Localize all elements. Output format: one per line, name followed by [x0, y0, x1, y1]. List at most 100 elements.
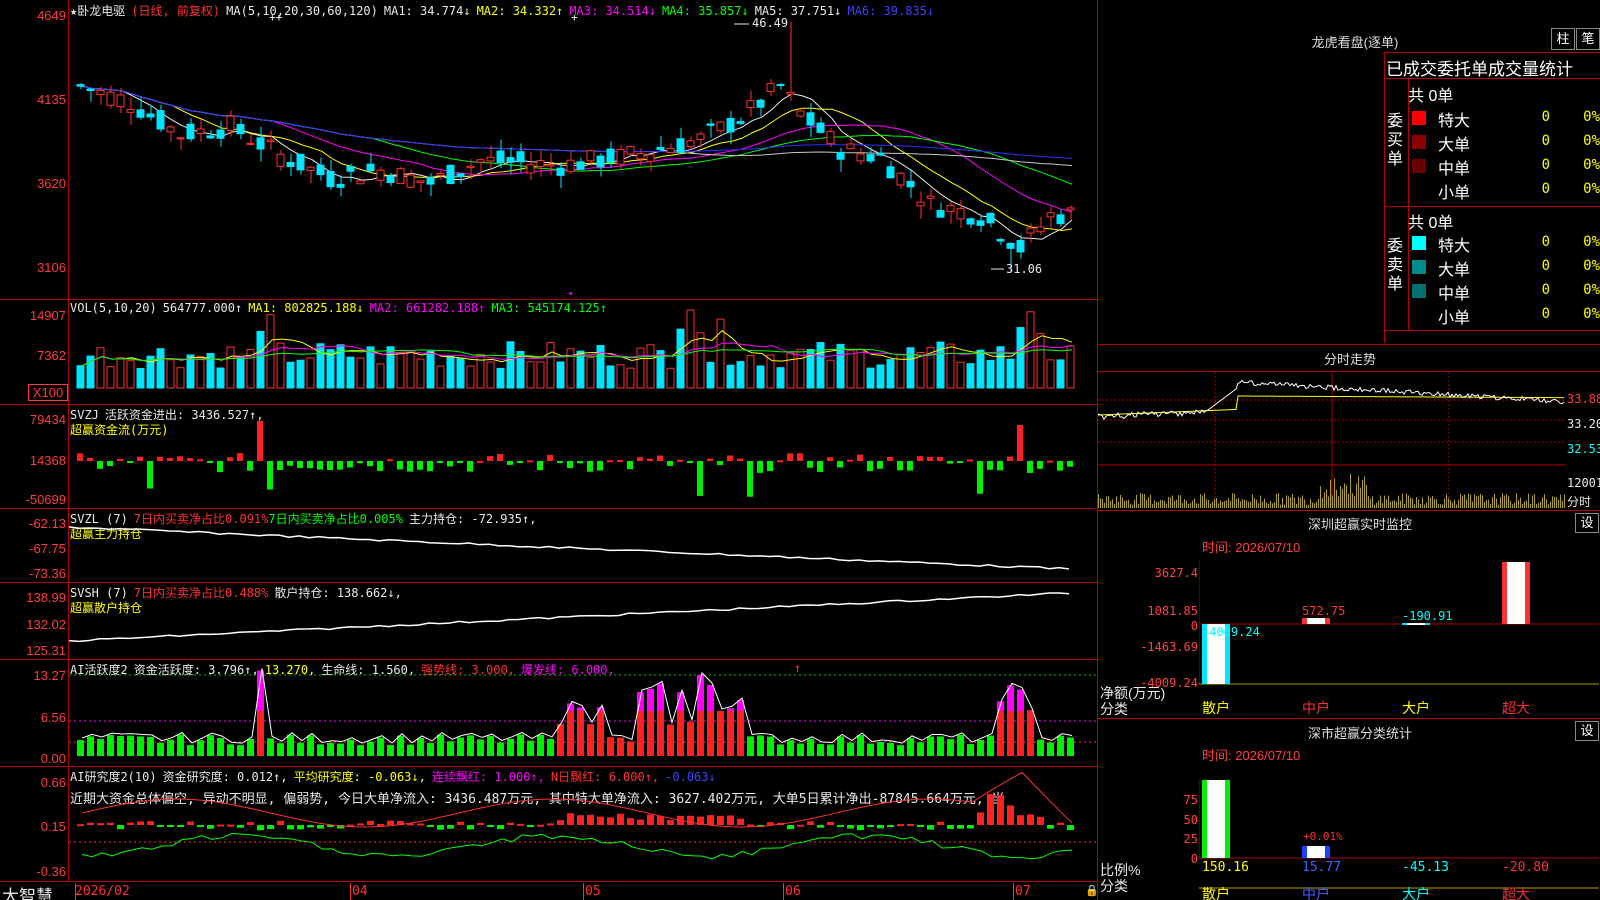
volume-bar: [176, 367, 185, 389]
activity-bar: [227, 744, 234, 756]
kline-ytick-2: 4135: [37, 92, 66, 107]
research-bar: [827, 821, 834, 825]
candle-body: [486, 156, 495, 162]
intraday-vol-bar: [1222, 501, 1223, 508]
svzl-position-chart[interactable]: [69, 509, 1097, 582]
candle-body: [806, 112, 815, 126]
intraday-vol-bar: [1126, 500, 1127, 508]
volume-bar: [256, 330, 265, 389]
volume-bar: [426, 350, 435, 389]
tick-view-button[interactable]: 笔: [1576, 28, 1600, 50]
activity-bar: [357, 745, 364, 756]
ai-activity-chart[interactable]: ↑: [69, 660, 1097, 766]
activity-bar: [707, 711, 714, 756]
svsh-position-chart[interactable]: [69, 583, 1097, 659]
volume-bar: [286, 361, 295, 389]
intraday-vol-bar: [1382, 503, 1383, 508]
classify-settings-button[interactable]: 设: [1575, 721, 1599, 741]
activity-bar: [157, 742, 164, 756]
flow-bar: [277, 461, 283, 471]
candle-body: [126, 108, 135, 113]
candle-body: [636, 153, 645, 160]
monitor-bar-edge: [1425, 623, 1430, 625]
intraday-vol-bar: [1376, 502, 1377, 508]
activity-bar: [1017, 711, 1024, 756]
ai-research-chart[interactable]: [69, 767, 1097, 881]
sell-orders-label: 委卖单: [1387, 238, 1404, 293]
candle-body: [746, 100, 755, 109]
volume-bar: [226, 346, 235, 389]
volume-chart[interactable]: [69, 300, 1097, 404]
lock-icon[interactable]: 🔒: [1085, 884, 1099, 897]
svzj-flow-chart[interactable]: [69, 405, 1097, 508]
intraday-vol-bar: [1508, 495, 1509, 508]
intraday-vol-bar: [1434, 499, 1435, 508]
intraday-vol-bar: [1494, 493, 1495, 508]
candle-body: [506, 157, 515, 163]
intraday-vol-bar: [1550, 501, 1551, 508]
activity-bar: [967, 744, 974, 756]
intraday-vol-bar: [1132, 504, 1133, 508]
research-bar: [987, 794, 994, 825]
intraday-vol-bar: [1256, 499, 1257, 508]
sell-row-name: 小单: [1438, 310, 1471, 327]
activity-bar: [267, 738, 274, 756]
ma-line: [81, 85, 1073, 213]
research-bar: [287, 825, 294, 830]
svsh-ytick-2: 132.02: [26, 617, 66, 632]
bar-view-button[interactable]: 柱: [1551, 28, 1575, 50]
intraday-vol-bar: [1116, 496, 1117, 508]
activity-bar: [837, 736, 844, 756]
buy-row-pct: 0%: [1583, 133, 1600, 149]
intraday-vol-bar: [1228, 498, 1229, 508]
research-bar: [197, 825, 204, 827]
classify-val-4: -20.80: [1502, 860, 1549, 875]
activity-bar: [887, 742, 894, 756]
intraday-vol-bar: [1306, 504, 1307, 508]
activity-bar: [287, 734, 294, 756]
classify-chart[interactable]: +0.01%: [1199, 770, 1599, 900]
candle-body: [536, 160, 545, 167]
intraday-vol-bar: [1130, 503, 1131, 508]
research-bar: [307, 825, 314, 828]
flow-bar: [657, 455, 663, 461]
intraday-vol-bar: [1486, 500, 1487, 508]
intraday-vol-bar: [1464, 494, 1465, 508]
candle-body: [706, 123, 715, 126]
activity-bar: [627, 741, 634, 756]
svsh-ytick-1: 138.99: [26, 590, 66, 605]
intraday-vol-bar: [1518, 500, 1519, 508]
intraday-vol-bar: [1098, 494, 1099, 508]
intraday-vol-bar: [1178, 495, 1179, 508]
intraday-vol-bar: [1246, 500, 1247, 508]
monitor-chart[interactable]: -4009.24 572.75 -190.91 3627.4: [1199, 560, 1599, 716]
svg-text:↑: ↑: [794, 661, 801, 675]
activity-bar: [797, 743, 804, 756]
flow-bar: [207, 461, 213, 463]
intraday-vol-bar: [1258, 503, 1259, 508]
research-bar: [467, 825, 474, 830]
candle-body: [266, 139, 275, 143]
intraday-vol-bar: [1408, 495, 1409, 508]
kline-chart[interactable]: 46.49 31.06 ++ + ◂: [69, 0, 1097, 299]
research-bar: [387, 820, 394, 825]
candle-body: [406, 174, 415, 188]
research-bar: [527, 825, 534, 827]
monitor-settings-button[interactable]: 设: [1575, 513, 1599, 533]
intraday-vol-bar: [1498, 504, 1499, 508]
candle-body: [436, 173, 445, 176]
trade-stat-tabs[interactable]: 已成交委托单成交量统计: [1386, 55, 1600, 80]
svzl-ytick-2: -67.75: [29, 541, 66, 556]
vol-unit-badge[interactable]: X100: [28, 384, 68, 401]
sell-row-pct: 0%: [1583, 258, 1600, 274]
intraday-chart[interactable]: [1098, 372, 1566, 508]
candle-body: [346, 166, 355, 172]
flow-bar: [317, 461, 323, 470]
intraday-vol-bar: [1128, 499, 1129, 508]
activity-bar: [817, 744, 824, 756]
flow-bar: [947, 461, 953, 464]
sell-row-count: 0: [1541, 234, 1550, 250]
intraday-vol-bar: [1394, 500, 1395, 508]
research-bar: [497, 825, 504, 830]
activity-bar: [937, 736, 944, 756]
